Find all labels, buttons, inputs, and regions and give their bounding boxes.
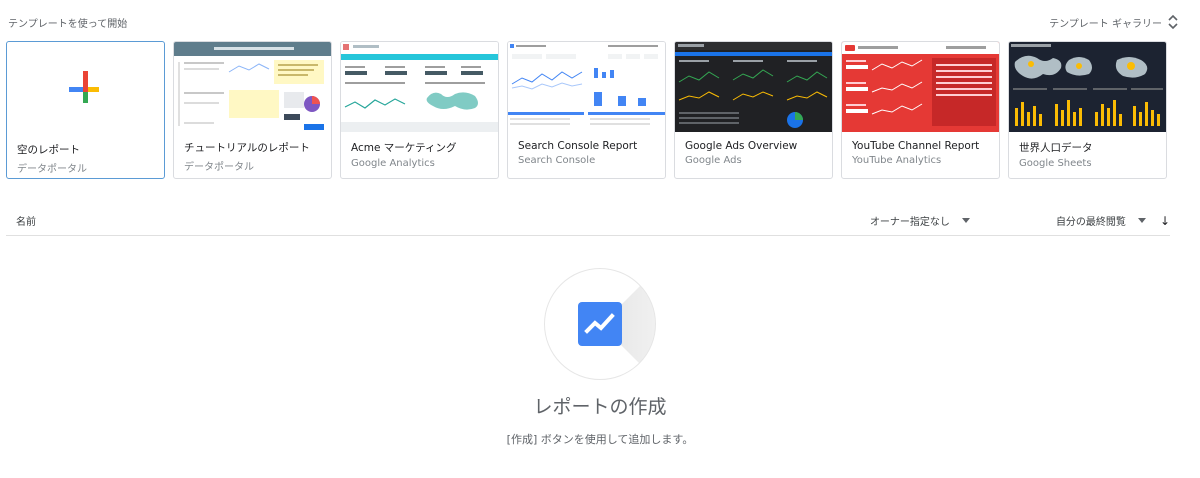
name-column-header[interactable]: 名前 [16,213,870,228]
empty-state-title: レポートの作成 [533,396,667,418]
blank-thumbnail [7,42,164,132]
tutorial-thumbnail [174,42,331,132]
template-card-tutorial[interactable]: チュートリアルのレポート データポータル [173,41,332,179]
empty-state-description: [作成] ボタンを使用して追加します。 [506,433,694,446]
empty-state: レポートの作成 [作成] ボタンを使用して追加します。 [0,268,1200,447]
google-ads-thumbnail [675,42,832,132]
template-card-world-population[interactable]: 世界人口データ Google Sheets [1008,41,1167,179]
report-list-header: 名前 オーナー指定なし 自分の最終閲覧 ↓ [6,206,1170,236]
template-row: 空のレポート データポータル チュートリアルのレポート データポータル Acme… [6,41,1167,179]
sort-label: 自分の最終閲覧 [1055,217,1126,228]
sort-direction-icon[interactable]: ↓ [1160,214,1170,228]
template-subtitle: Google Sheets [1019,158,1092,169]
empty-state-illustration [544,268,656,380]
unfold-icon [1168,14,1178,30]
template-card-youtube[interactable]: YouTube Channel Report YouTube Analytics [841,41,1000,179]
sort-dropdown[interactable]: 自分の最終閲覧 [1056,213,1146,228]
template-subtitle: Search Console [518,155,596,166]
template-gallery-button[interactable]: テンプレート ギャラリー [1049,14,1178,30]
dropdown-caret-icon [961,218,970,223]
search-console-thumbnail [508,42,665,132]
template-title: 空のレポート [17,144,80,156]
dropdown-caret-icon [1137,218,1146,223]
template-card-search-console[interactable]: Search Console Report Search Console [507,41,666,179]
template-title: Acme マーケティング [351,142,457,154]
template-subtitle: YouTube Analytics [852,155,942,166]
template-card-acme[interactable]: Acme マーケティング Google Analytics [340,41,499,179]
template-card-blank[interactable]: 空のレポート データポータル [6,41,165,179]
owner-filter-dropdown[interactable]: オーナー指定なし [870,213,970,228]
template-title: 世界人口データ [1019,142,1093,154]
template-title: YouTube Channel Report [852,140,980,152]
world-population-thumbnail [1009,42,1166,132]
templates-header-title: テンプレートを使って開始 [8,18,128,30]
plus-icon [69,71,99,103]
template-gallery-label: テンプレート ギャラリー [1049,18,1162,30]
template-subtitle: データポータル [184,162,254,173]
template-title: Google Ads Overview [685,140,798,152]
template-title: Search Console Report [518,140,638,152]
owner-filter-label: オーナー指定なし [869,217,950,228]
report-chart-icon [578,302,622,346]
template-subtitle: データポータル [17,164,87,175]
templates-header: テンプレートを使って開始 テンプレート ギャラリー [8,10,1178,34]
template-subtitle: Google Analytics [351,158,435,169]
template-title: チュートリアルのレポート [184,142,310,154]
youtube-thumbnail [842,42,999,132]
template-subtitle: Google Ads [685,155,742,166]
acme-thumbnail [341,42,498,132]
template-card-google-ads[interactable]: Google Ads Overview Google Ads [674,41,833,179]
